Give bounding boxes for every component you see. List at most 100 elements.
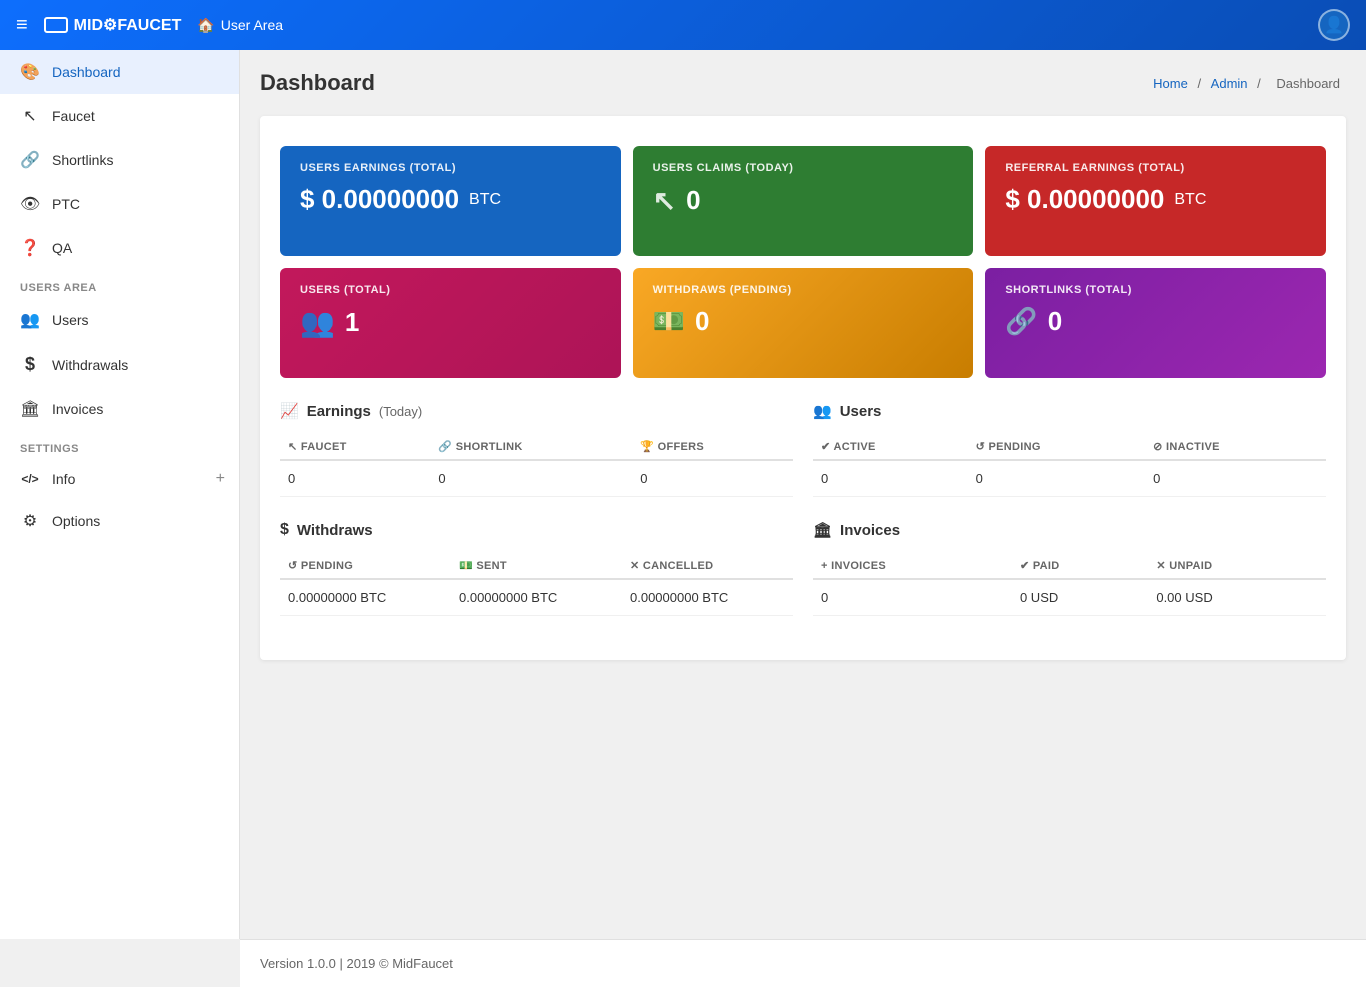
ptc-icon: 👁	[20, 194, 40, 214]
card-users-total-value: 👥 1	[300, 306, 601, 339]
withdraws-icon: 💵	[653, 306, 685, 337]
sidebar-label-faucet: Faucet	[52, 108, 95, 124]
shortlink-col-icon: 🔗	[438, 441, 452, 453]
sidebar-item-qa[interactable]: ❓ QA	[0, 226, 239, 270]
breadcrumb-home[interactable]: Home	[1153, 76, 1188, 91]
page-header: Dashboard Home / Admin / Dashboard	[260, 70, 1346, 96]
sidebar-item-info[interactable]: </> Info +	[0, 459, 239, 499]
card-shortlinks-total-label: SHORTLINKS (TOTAL)	[1005, 284, 1306, 296]
inactive-col-icon: ⊘	[1153, 441, 1163, 453]
breadcrumb-sep2: /	[1257, 76, 1264, 91]
topbar: ≡ MID⚙FAUCET 🏠 User Area 👤	[0, 0, 1366, 50]
card-users-total: USERS (TOTAL) 👥 1	[280, 268, 621, 378]
users-col-active: ✔ ACTIVE	[813, 434, 968, 460]
earnings-title: 📈 Earnings (Today)	[280, 402, 793, 420]
users-area-section: USERS AREA	[0, 270, 239, 298]
sidebar-item-options[interactable]: ⚙ Options	[0, 499, 239, 543]
faucet-icon: ↖	[20, 106, 40, 126]
invoices-section-title: 🏛 Invoices	[813, 521, 1326, 539]
dashboard-container: USERS EARNINGS (TOTAL) $ 0.00000000 BTC …	[260, 116, 1346, 660]
invoices-table: + INVOICES ✔ PAID ✕ UNPAID 0 0 USD 0.00 …	[813, 553, 1326, 616]
card-users-claims-value: ↖ 0	[653, 184, 954, 217]
sidebar-item-users[interactable]: 👥 Users	[0, 298, 239, 342]
card-users-total-amount: 1	[345, 307, 359, 338]
card-referral-earnings-currency: BTC	[1174, 191, 1206, 209]
sidebar-label-shortlinks: Shortlinks	[52, 152, 113, 168]
invoices-row: 0 0 USD 0.00 USD	[813, 579, 1326, 616]
breadcrumb-admin[interactable]: Admin	[1211, 76, 1248, 91]
options-icon: ⚙	[20, 511, 40, 531]
breadcrumb-current: Dashboard	[1276, 76, 1340, 91]
withdraws-col-sent: 💵 SENT	[451, 553, 622, 579]
users-section-title-text: Users	[840, 403, 882, 420]
earnings-section: 📈 Earnings (Today) ↖ FAUCET 🔗 SHORTLINK …	[280, 402, 793, 497]
inv-invoices-icon: +	[821, 560, 828, 572]
logo-text: MID⚙FAUCET	[74, 15, 182, 35]
card-referral-earnings-value: $ 0.00000000 BTC	[1005, 184, 1306, 215]
users-section: 👥 Users ✔ ACTIVE ↺ PENDING ⊘ INACTIVE	[813, 402, 1326, 497]
withdraws-section-title: $ Withdraws	[280, 521, 793, 539]
withdraws-section-icon: $	[280, 521, 289, 539]
users-col-inactive: ⊘ INACTIVE	[1145, 434, 1326, 460]
user-avatar[interactable]: 👤	[1318, 9, 1350, 41]
menu-icon[interactable]: ≡	[16, 14, 28, 37]
active-col-icon: ✔	[821, 441, 831, 453]
faucet-col-icon: ↖	[288, 441, 298, 453]
sidebar-item-shortlinks[interactable]: 🔗 Shortlinks	[0, 138, 239, 182]
card-users-claims: USERS CLAIMS (TODAY) ↖ 0	[633, 146, 974, 256]
card-referral-earnings: REFERRAL EARNINGS (TOTAL) $ 0.00000000 B…	[985, 146, 1326, 256]
sidebar-item-invoices[interactable]: 🏛 Invoices	[0, 387, 239, 431]
invoices-icon: 🏛	[20, 399, 40, 419]
invoices-invoices-val: 0	[813, 579, 1012, 616]
w-pending-icon: ↺	[288, 560, 298, 572]
card-referral-earnings-label: REFERRAL EARNINGS (TOTAL)	[1005, 162, 1306, 174]
sidebar-label-options: Options	[52, 513, 100, 529]
withdraws-table: ↺ PENDING 💵 SENT ✕ CANCELLED 0.00000000 …	[280, 553, 793, 616]
sidebar-item-dashboard[interactable]: 🎨 Dashboard	[0, 50, 239, 94]
main-content: Dashboard Home / Admin / Dashboard USERS…	[240, 50, 1366, 939]
layout: 🎨 Dashboard ↖ Faucet 🔗 Shortlinks 👁 PTC …	[0, 50, 1366, 939]
card-users-total-label: USERS (TOTAL)	[300, 284, 601, 296]
invoices-col-unpaid: ✕ UNPAID	[1148, 553, 1326, 579]
withdraws-col-cancelled: ✕ CANCELLED	[622, 553, 793, 579]
card-shortlinks-total-value: 🔗 0	[1005, 306, 1306, 337]
earnings-col-faucet: ↖ FAUCET	[280, 434, 430, 460]
withdraws-section-title-text: Withdraws	[297, 522, 373, 539]
withdraws-section: $ Withdraws ↺ PENDING 💵 SENT ✕ CANCELLED	[280, 521, 793, 616]
card-users-claims-amount: 0	[686, 185, 700, 216]
claims-cursor-icon: ↖	[653, 184, 676, 217]
stat-cards: USERS EARNINGS (TOTAL) $ 0.00000000 BTC …	[280, 146, 1326, 378]
shortlinks-total-icon: 🔗	[1005, 306, 1037, 337]
users-row: 0 0 0	[813, 460, 1326, 497]
earnings-shortlink-val: 0	[430, 460, 632, 497]
earnings-subtitle: (Today)	[379, 404, 422, 419]
offers-col-icon: 🏆	[640, 441, 654, 453]
users-section-title: 👥 Users	[813, 402, 1326, 420]
users-inactive-val: 0	[1145, 460, 1326, 497]
w-sent-icon: 💵	[459, 560, 473, 572]
withdraws-col-pending: ↺ PENDING	[280, 553, 451, 579]
user-area-label: User Area	[221, 17, 283, 33]
breadcrumb-sep1: /	[1197, 76, 1204, 91]
w-cancelled-icon: ✕	[630, 560, 640, 572]
sidebar-label-invoices: Invoices	[52, 401, 103, 417]
withdraws-pending-val: 0.00000000 BTC	[280, 579, 451, 616]
shortlinks-icon: 🔗	[20, 150, 40, 170]
users-icon: 👥	[20, 310, 40, 330]
sidebar-item-faucet[interactable]: ↖ Faucet	[0, 94, 239, 138]
card-withdraws-pending-label: WITHDRAWS (PENDING)	[653, 284, 954, 296]
users-table: ✔ ACTIVE ↺ PENDING ⊘ INACTIVE 0 0 0	[813, 434, 1326, 497]
invoices-section-title-text: Invoices	[840, 522, 900, 539]
invoices-unpaid-val: 0.00 USD	[1148, 579, 1326, 616]
inv-unpaid-icon: ✕	[1156, 560, 1166, 572]
sidebar-label-info: Info	[52, 471, 75, 487]
pending-col-icon: ↺	[976, 441, 986, 453]
card-shortlinks-total-amount: 0	[1048, 306, 1062, 337]
logo: MID⚙FAUCET	[44, 15, 182, 35]
sidebar-item-ptc[interactable]: 👁 PTC	[0, 182, 239, 226]
sidebar-item-withdrawals[interactable]: $ Withdrawals	[0, 342, 239, 387]
info-plus-button[interactable]: +	[216, 470, 225, 488]
sidebar-label-withdrawals: Withdrawals	[52, 357, 128, 373]
earnings-offers-val: 0	[632, 460, 793, 497]
inv-paid-icon: ✔	[1020, 560, 1030, 572]
